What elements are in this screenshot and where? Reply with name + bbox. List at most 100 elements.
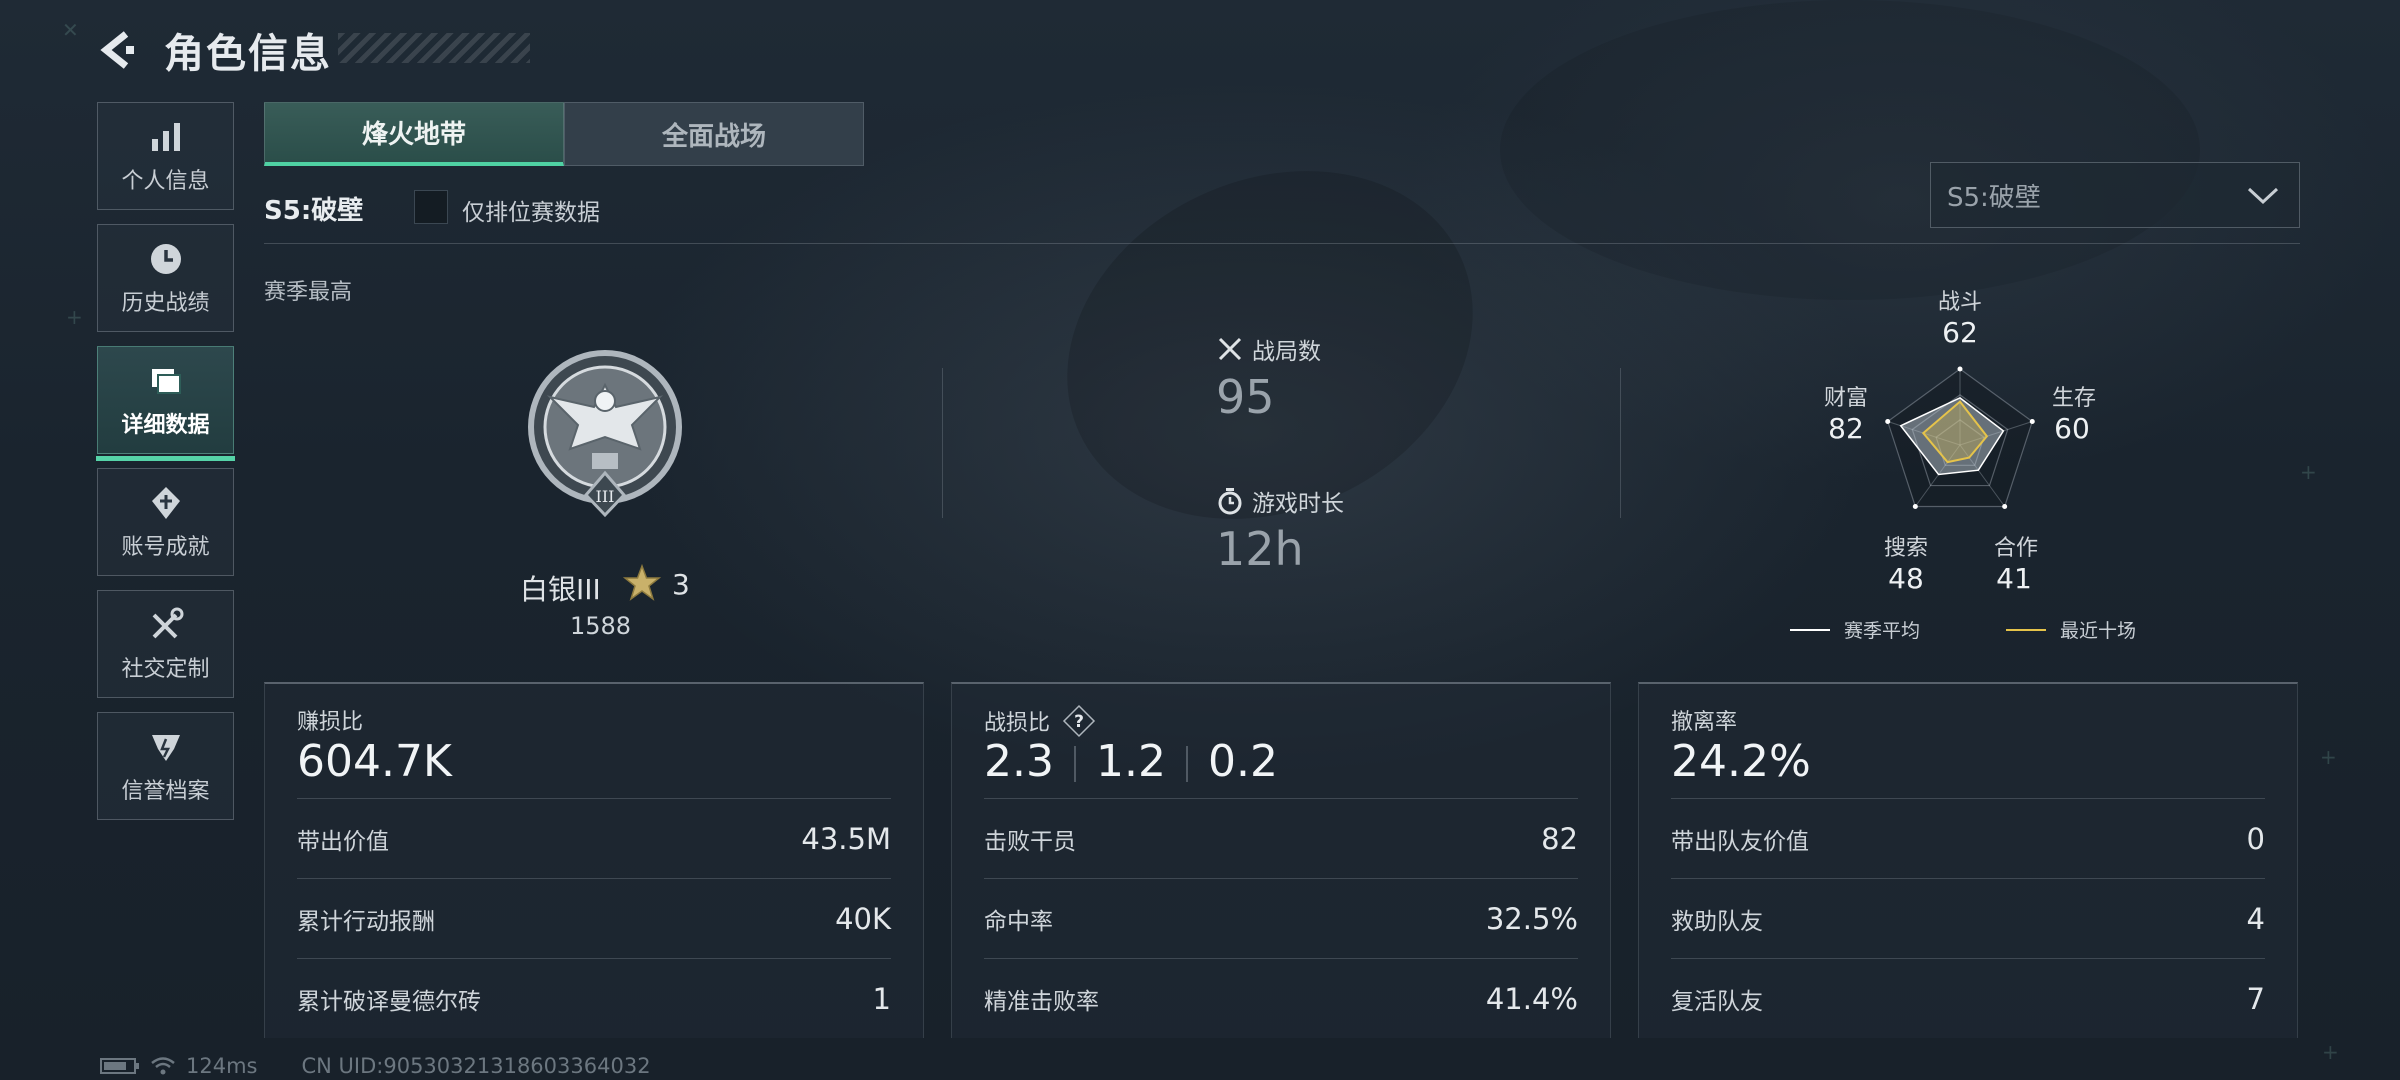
ranked-only-label[interactable]: 仅排位赛数据 bbox=[462, 193, 600, 227]
row-label: 累计破译曼德尔砖 bbox=[297, 988, 481, 1015]
playtime-stat: 游戏时长 12h bbox=[1216, 484, 1344, 576]
row-value: 82 bbox=[1541, 821, 1578, 856]
crossed-swords-icon bbox=[1218, 337, 1242, 361]
radar-value-survival: 60 bbox=[2054, 412, 2090, 445]
table-row: 累计行动报酬 40K bbox=[297, 878, 891, 958]
kd-value-3: 0.2 bbox=[1207, 736, 1278, 787]
row-label: 击败干员 bbox=[984, 828, 1076, 855]
stat-card-kd: 战损比 ? 2.3 1.2 0.2 击败干员 82 命中率 32.5% 精准击败率 … bbox=[951, 682, 1611, 1038]
background-shape bbox=[1500, 0, 2200, 300]
rank-score: 1588 bbox=[570, 612, 632, 640]
radar-axis-tip bbox=[1957, 366, 1963, 372]
background-marker: + bbox=[2320, 745, 2337, 769]
divider bbox=[1073, 746, 1076, 782]
rank-badge-numeral: III bbox=[596, 487, 615, 506]
table-row: 累计破译曼德尔砖 1 bbox=[297, 958, 891, 1038]
table-row: 带出队友价值 0 bbox=[1671, 798, 2265, 878]
stat-card-profit: 赚损比 604.7K 带出价值 43.5M 累计行动报酬 40K 累计破译曼德尔… bbox=[264, 682, 924, 1038]
sidebar-item-label: 详细数据 bbox=[121, 413, 210, 438]
wifi-icon bbox=[151, 1057, 175, 1075]
card-big-value: 2.3 1.2 0.2 bbox=[984, 736, 1278, 787]
battery-icon bbox=[100, 1058, 139, 1074]
legend-swatch bbox=[2006, 628, 2046, 631]
season-dropdown[interactable]: S5:破壁 bbox=[1930, 162, 2300, 228]
vertical-divider bbox=[942, 368, 943, 518]
svg-text:?: ? bbox=[1074, 712, 1084, 732]
bar-chart-icon bbox=[151, 123, 180, 151]
player-uid: CN UID:9053032131860336403​2 bbox=[301, 1054, 651, 1078]
sidebar-item-reputation[interactable]: 信誉档案 bbox=[97, 712, 234, 820]
background-marker: + bbox=[2322, 1040, 2339, 1064]
mode-tabs: 烽火地带 全面战场 bbox=[264, 102, 864, 166]
background-marker: + bbox=[66, 305, 83, 329]
divider bbox=[264, 243, 2300, 244]
season-best-label: 赛季最高 bbox=[264, 280, 353, 305]
sidebar-item-label: 账号成就 bbox=[121, 535, 210, 560]
legend-recent-label: 最近十场 bbox=[2060, 620, 2137, 642]
radar-legend-average: 赛季平均 bbox=[1790, 616, 1920, 643]
rank-star-count: 3 bbox=[672, 568, 690, 601]
sidebar-item-achievements[interactable]: 账号成就 bbox=[97, 468, 234, 576]
chevron-down-icon bbox=[2247, 187, 2279, 205]
matches-label: 战局数 bbox=[1252, 339, 1321, 365]
stat-card-extraction: 撤离率 24.2% 带出队友价值 0 救助队友 4 复活队友 7 bbox=[1638, 682, 2298, 1038]
sidebar-item-label: 历史战绩 bbox=[121, 291, 210, 316]
table-row: 命中率 32.5% bbox=[984, 878, 1578, 958]
radar-label-wealth: 财富 bbox=[1823, 386, 1868, 411]
title-decoration bbox=[338, 33, 530, 63]
sidebar-item-social[interactable]: 社交定制 bbox=[97, 590, 234, 698]
radar-label-teamwork: 合作 bbox=[1993, 536, 2038, 561]
tab-warzone[interactable]: 烽火地带 bbox=[264, 102, 564, 166]
card-big-value: 604.7K bbox=[297, 736, 452, 787]
row-value: 32.5% bbox=[1485, 901, 1578, 936]
sidebar-item-history[interactable]: 历史战绩 bbox=[97, 224, 234, 332]
row-label: 累计行动报酬 bbox=[297, 908, 435, 935]
kd-value-2: 1.2 bbox=[1095, 736, 1166, 787]
ping-value: 124ms bbox=[186, 1054, 258, 1078]
row-label: 复活队友 bbox=[1671, 988, 1763, 1015]
back-arrow-icon[interactable] bbox=[96, 28, 140, 72]
help-icon[interactable]: ? bbox=[1062, 704, 1096, 738]
page-title: 角色信息 bbox=[164, 31, 332, 77]
sidebar: 个人信息 历史战绩 详细数据 账号成就 社交定制 信誉档案 bbox=[96, 102, 235, 834]
rank-badge-icon: III bbox=[528, 350, 682, 518]
radar-label-search: 搜索 bbox=[1883, 536, 1928, 561]
table-row: 复活队友 7 bbox=[1671, 958, 2265, 1038]
row-label: 命中率 bbox=[984, 908, 1053, 935]
clock-icon bbox=[150, 244, 181, 274]
vertical-divider bbox=[1620, 368, 1621, 518]
sidebar-item-label: 信誉档案 bbox=[121, 779, 210, 804]
card-title: 赚损比 bbox=[297, 710, 364, 735]
radar-label-survival: 生存 bbox=[2051, 386, 2096, 411]
radar-legend-recent: 最近十场 bbox=[2006, 616, 2136, 643]
radar-value-combat: 62 bbox=[1942, 316, 1978, 349]
legend-swatch bbox=[1790, 628, 1830, 631]
row-value: 4 bbox=[2246, 901, 2265, 936]
sidebar-item-detailed-data[interactable]: 详细数据 bbox=[96, 346, 235, 461]
background-marker: + bbox=[2300, 460, 2317, 484]
card-title: 撤离率 bbox=[1671, 710, 1738, 735]
row-value: 43.5M bbox=[801, 821, 891, 856]
sidebar-item-label: 社交定制 bbox=[121, 657, 210, 682]
tools-icon bbox=[152, 607, 183, 639]
table-row: 救助队友 4 bbox=[1671, 878, 2265, 958]
tab-full-battlefield[interactable]: 全面战场 bbox=[564, 102, 864, 166]
sidebar-item-personal-info[interactable]: 个人信息 bbox=[97, 102, 234, 210]
background-marker: ✕ bbox=[62, 18, 79, 42]
radar-axis-tip bbox=[2002, 503, 2008, 509]
matches-stat: 战局数 95 bbox=[1216, 332, 1321, 424]
season-dropdown-value: S5:破壁 bbox=[1947, 182, 2041, 213]
documents-icon bbox=[151, 369, 181, 394]
table-row: 击败干员 82 bbox=[984, 798, 1578, 878]
playtime-value: 12h bbox=[1216, 522, 1304, 576]
row-value: 1 bbox=[872, 981, 891, 1016]
status-bar: 124ms CN UID:9053032131860336403​2 bbox=[100, 1054, 651, 1078]
ranked-only-checkbox[interactable] bbox=[414, 190, 448, 224]
radar-axis-tip bbox=[1912, 503, 1918, 509]
matches-value: 95 bbox=[1216, 370, 1275, 424]
radar-label-combat: 战斗 bbox=[1937, 290, 1982, 315]
radar-value-wealth: 82 bbox=[1828, 412, 1864, 445]
table-row: 精准击败率 41.4% bbox=[984, 958, 1578, 1038]
shield-icon bbox=[151, 735, 180, 761]
achievement-icon bbox=[151, 487, 180, 519]
